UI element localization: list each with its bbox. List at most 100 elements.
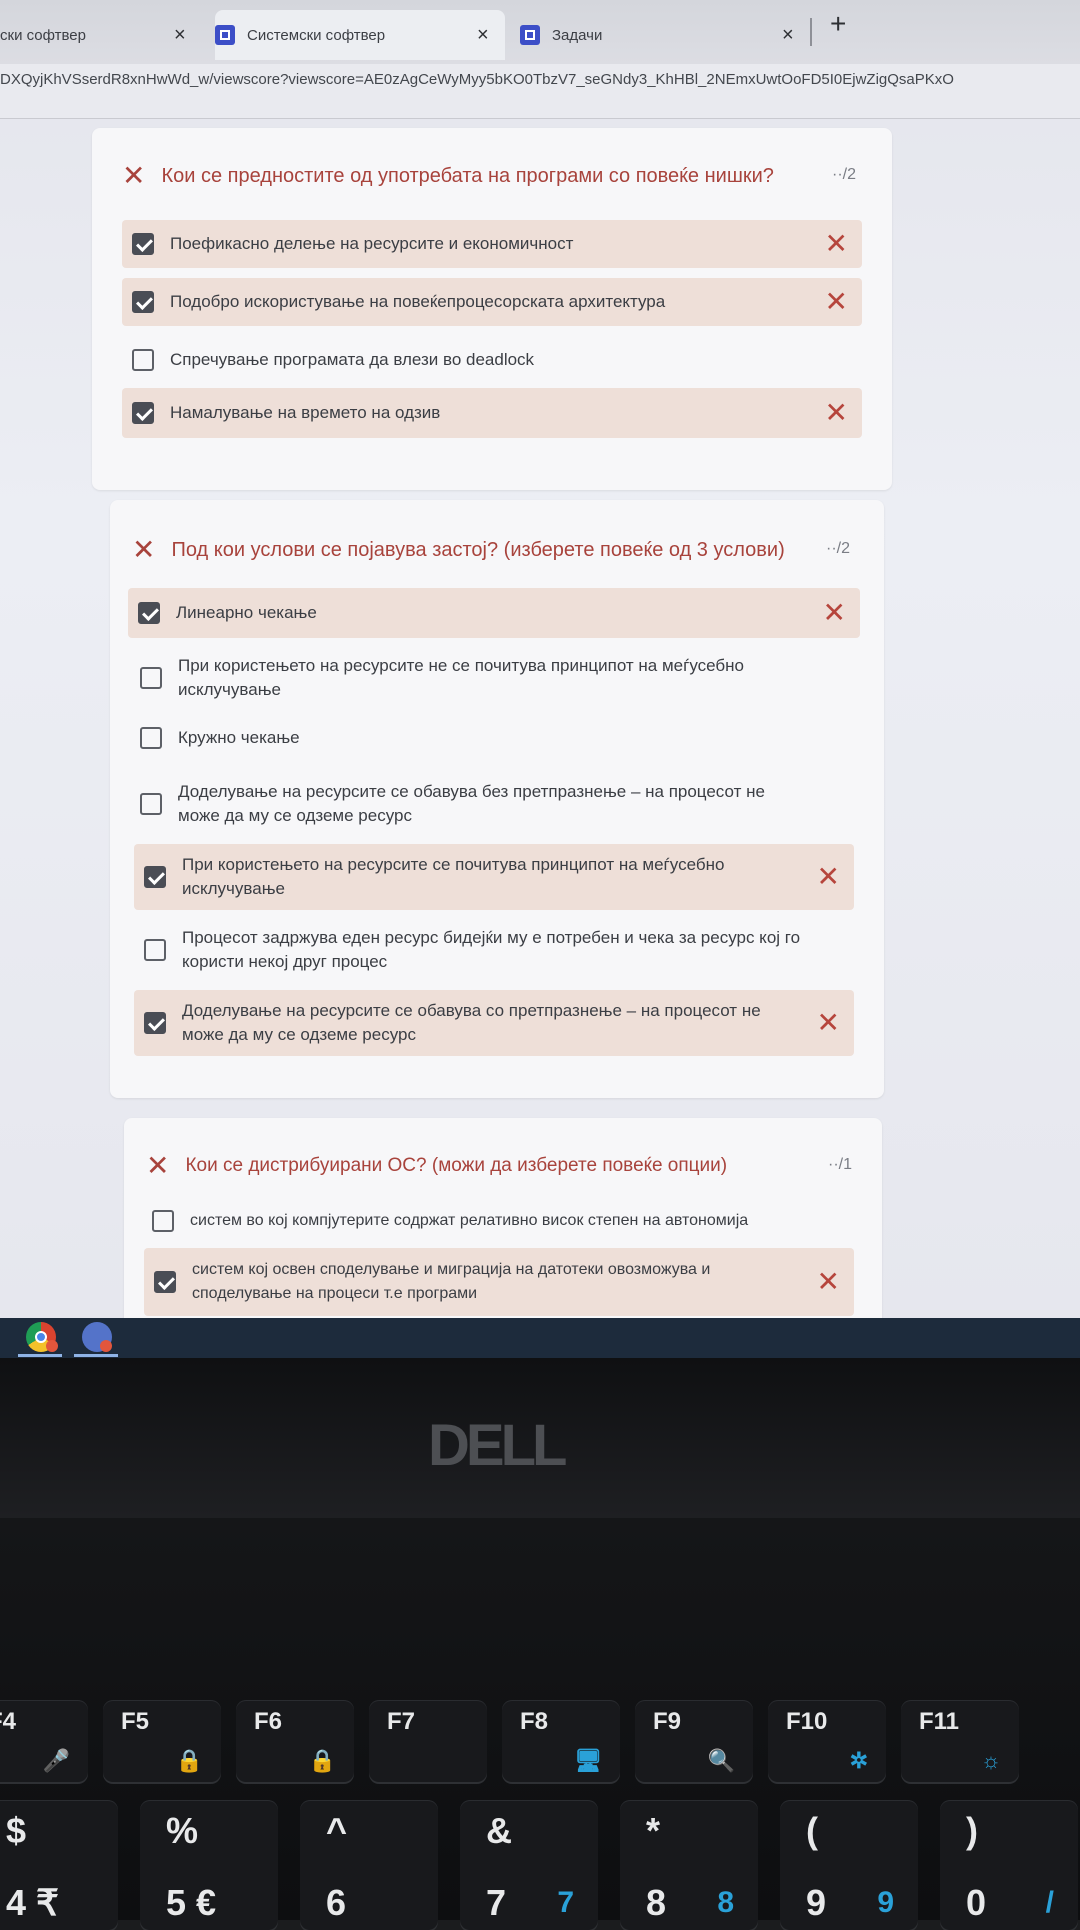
key-f7[interactable]: F7 <box>369 1700 487 1782</box>
checkbox[interactable] <box>140 793 162 815</box>
key-f5[interactable]: F5 🔒 <box>103 1700 221 1782</box>
key-label: F9 <box>653 1708 682 1735</box>
option-row[interactable]: Доделување на ресурсите се обавува со пр… <box>134 990 854 1056</box>
key-shift-label: ) <box>966 1810 978 1851</box>
tab-label: Задачи <box>552 26 603 44</box>
option-row[interactable]: Поефикасно делење на ресурсите и економи… <box>122 220 862 268</box>
active-indicator <box>74 1354 118 1357</box>
question-card-1: ✕ Кои се предностите од употребата на пр… <box>92 128 892 490</box>
key-function-icon: ☼ <box>980 1748 1001 1773</box>
checkbox[interactable] <box>144 939 166 961</box>
wrong-icon: ✕ <box>822 597 846 628</box>
option-row[interactable]: При користењето на ресурсите не се почит… <box>130 650 770 706</box>
wrong-icon: ✕ <box>824 397 848 428</box>
question-text: Кои се дистрибуирани ОС? (можи да избере… <box>185 1155 728 1176</box>
key-number[interactable]: % 5 € <box>140 1800 278 1930</box>
checkbox[interactable] <box>132 233 154 255</box>
key-f9[interactable]: F9 🔍 <box>635 1700 753 1782</box>
question-card-3: ✕ Кои се дистрибуирани ОС? (можи да избе… <box>124 1118 882 1318</box>
wrong-icon: ✕ <box>816 861 840 892</box>
new-tab-button[interactable]: + <box>830 8 846 40</box>
option-row[interactable]: Намалување на времето на одзив ✕ <box>122 388 862 438</box>
key-numpad-label: 7 <box>557 1886 574 1919</box>
checkbox[interactable] <box>138 602 160 624</box>
option-row[interactable]: систем кој освен споделување и миграција… <box>144 1248 854 1316</box>
key-f10[interactable]: F10 ✲ <box>768 1700 886 1782</box>
tab-zadachi[interactable]: Задачи × <box>520 10 820 60</box>
option-label: Поефикасно делење на ресурсите и економи… <box>170 234 574 253</box>
wrong-icon: ✕ <box>816 1266 840 1297</box>
key-function-icon: 🔒 <box>175 1748 203 1773</box>
wrong-icon: ✕ <box>816 1007 840 1038</box>
tab-divider <box>810 18 812 46</box>
tab-sistemski-2[interactable]: Системски софтвер × <box>215 10 505 60</box>
key-function-icon: 🎤 <box>42 1748 70 1773</box>
key-f4[interactable]: F4 🎤 <box>0 1700 88 1782</box>
option-row[interactable]: Доделување на ресурсите се обавува без п… <box>130 776 770 832</box>
key-shift-label: ^ <box>326 1810 348 1851</box>
key-f6[interactable]: F6 🔒 <box>236 1700 354 1782</box>
question-text: Кои се предностите од употребата на прог… <box>161 164 774 187</box>
key-number[interactable]: * 8 8 <box>620 1800 758 1930</box>
checkbox[interactable] <box>140 667 162 689</box>
browser-window: ски софтвер × Системски софтвер × Задачи… <box>0 0 1080 1318</box>
option-label: При користењето на ресурсите не се почит… <box>178 656 744 699</box>
tab-label: Системски софтвер <box>247 26 386 44</box>
key-function-icon: 🔒 <box>308 1748 336 1773</box>
key-label: 7 <box>486 1882 507 1923</box>
key-label: 5 € <box>166 1882 217 1923</box>
key-label: 4 ₹ <box>6 1882 59 1923</box>
tab-label: ски софтвер <box>0 26 86 44</box>
key-f8[interactable]: F8 🖥 <box>502 1700 620 1782</box>
key-shift-label: * <box>646 1810 661 1851</box>
key-number[interactable]: ^ 6 <box>300 1800 438 1930</box>
wrong-icon: ✕ <box>146 1150 170 1181</box>
tab-close-icon[interactable]: × <box>477 24 489 47</box>
key-shift-label: & <box>486 1810 512 1851</box>
key-number[interactable]: (9 9 <box>780 1800 918 1930</box>
key-number[interactable]: ) 0 / <box>940 1800 1078 1930</box>
question-score: ··/2 <box>826 540 850 557</box>
checkbox[interactable] <box>152 1210 174 1232</box>
option-label: Доделување на ресурсите се обавува без п… <box>178 782 765 825</box>
option-row[interactable]: Подобро искористување на повеќепроцесорс… <box>122 278 862 326</box>
tab-sistemski-1[interactable]: ски софтвер × <box>0 10 200 60</box>
key-label: F6 <box>254 1708 283 1735</box>
key-shift-label: ( <box>806 1810 818 1851</box>
key-shift-label: % <box>166 1810 199 1851</box>
question-title: ✕ Кои се предностите од употребата на пр… <box>122 162 774 190</box>
key-number[interactable]: & 7 7 <box>460 1800 598 1930</box>
checkbox[interactable] <box>154 1271 176 1293</box>
key-label: F7 <box>387 1708 416 1735</box>
notification-badge <box>100 1340 112 1352</box>
key-f11[interactable]: F11 ☼ <box>901 1700 1019 1782</box>
key-label: 0 <box>966 1882 987 1923</box>
checkbox[interactable] <box>132 402 154 424</box>
key-label: F10 <box>786 1708 828 1735</box>
question-card-2: ✕ Под кои услови се појавува застој? (из… <box>110 500 884 1098</box>
address-bar[interactable]: DXQyjKhVSserdR8xnHwWd_w/viewscore?viewsc… <box>0 64 1080 119</box>
url-text[interactable]: DXQyjKhVSserdR8xnHwWd_w/viewscore?viewsc… <box>0 72 954 88</box>
option-row[interactable]: Линеарно чекање ✕ <box>128 588 860 638</box>
tab-close-icon[interactable]: × <box>782 24 794 47</box>
checkbox[interactable] <box>132 349 154 371</box>
key-label: F5 <box>121 1708 150 1735</box>
checkbox[interactable] <box>144 866 166 888</box>
option-row[interactable]: систем во кој компјутерите содржат релат… <box>142 1200 842 1242</box>
key-number[interactable]: $4 ₹ <box>0 1800 118 1930</box>
wrong-icon: ✕ <box>824 286 848 317</box>
option-label: систем во кој компјутерите содржат релат… <box>190 1212 749 1229</box>
option-row[interactable]: Спречување програмата да влези во deadlo… <box>122 336 862 384</box>
checkbox[interactable] <box>144 1012 166 1034</box>
taskbar <box>0 1318 1080 1358</box>
key-function-icon: 🖥 <box>574 1748 602 1773</box>
checkbox[interactable] <box>140 727 162 749</box>
question-title: ✕ Кои се дистрибуирани ОС? (можи да избе… <box>146 1152 727 1180</box>
key-label: F4 <box>0 1708 17 1735</box>
checkbox[interactable] <box>132 291 154 313</box>
option-row[interactable]: Кружно чекање <box>130 718 770 758</box>
wrong-icon: ✕ <box>122 160 146 191</box>
option-row[interactable]: Процесот задржува еден ресурс бидејќи му… <box>134 922 854 978</box>
option-row[interactable]: При користењето на ресурсите се почитува… <box>134 844 854 910</box>
tab-close-icon[interactable]: × <box>174 24 186 47</box>
